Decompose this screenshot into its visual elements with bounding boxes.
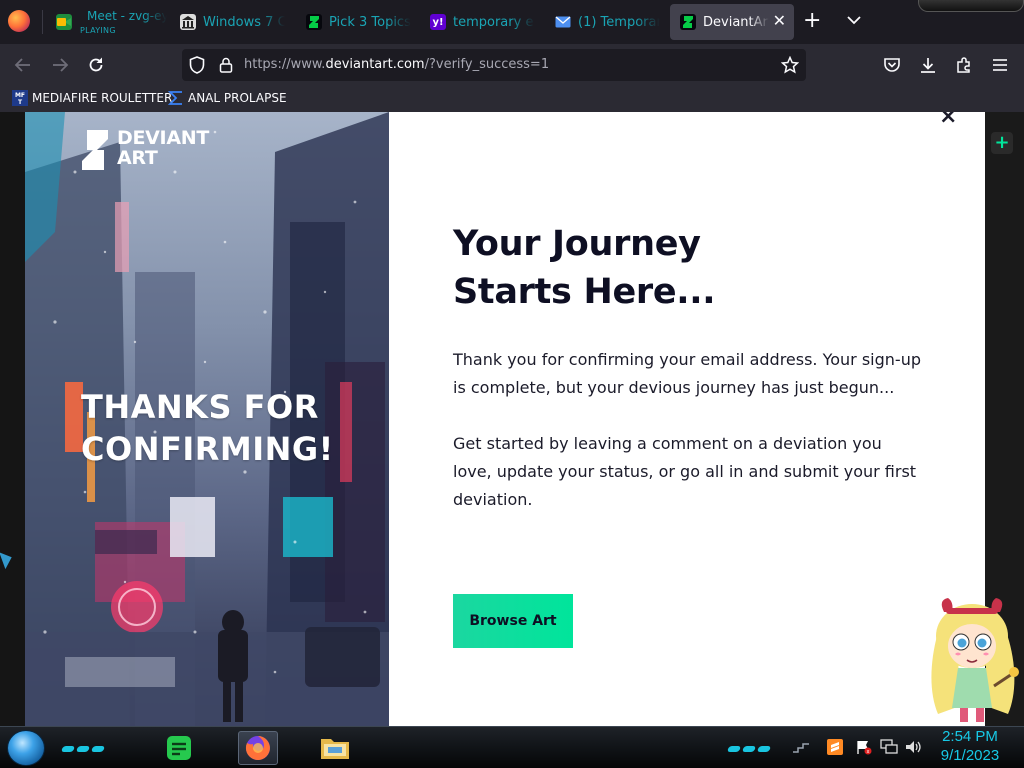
list-all-tabs-chevron-icon[interactable] <box>845 12 863 28</box>
url-scheme: https://www. <box>244 57 326 72</box>
tab-temporary-mail[interactable]: (1) Temporary <box>545 4 667 40</box>
web-page-viewport: DEVIANT ART THANKS FOR CONFIRMING! Your … <box>0 112 1024 726</box>
modal-hero-image: DEVIANT ART THANKS FOR CONFIRMING! <box>25 112 389 726</box>
close-tab-icon[interactable]: ✕ <box>773 13 786 29</box>
deviantart-favicon-icon <box>306 14 322 30</box>
taskbar-sticky-notes[interactable] <box>162 731 196 765</box>
url-path: /?verify_success=1 <box>424 57 550 72</box>
extensions-puzzle-icon[interactable] <box>953 54 975 76</box>
get-started-paragraph: Get started by leaving a comment on a de… <box>453 434 917 509</box>
taskbar-decoration <box>60 737 107 752</box>
tab-title: temporary ema <box>453 14 535 30</box>
page-add-button[interactable]: + <box>991 132 1013 154</box>
tab-temporary-email[interactable]: y! temporary ema <box>420 4 542 40</box>
tray-sublime-icon[interactable] <box>826 739 844 755</box>
address-bar[interactable]: https://www.deviantart.com/?verify_succe… <box>182 49 806 81</box>
window-frame-decoration <box>918 0 1024 12</box>
deviantart-logo-icon <box>82 130 108 170</box>
forward-arrow-icon[interactable] <box>49 54 71 76</box>
tray-volume-icon[interactable] <box>904 739 922 755</box>
tab-windows7[interactable]: Windows 7 Cu <box>170 4 292 40</box>
bookmark-star-icon[interactable] <box>779 54 801 76</box>
modal-close-icon[interactable]: × <box>939 112 957 129</box>
tab-playing-label: PLAYING <box>80 26 116 35</box>
tray-action-center-flag-icon[interactable]: x <box>855 739 873 755</box>
mail-icon <box>555 14 571 30</box>
new-tab-button[interactable]: + <box>803 10 821 32</box>
museum-icon <box>180 14 196 30</box>
firefox-icon <box>245 736 270 760</box>
mft-icon: MFT <box>12 90 28 106</box>
yahoo-icon: y! <box>430 14 446 30</box>
taskbar-firefox[interactable] <box>238 731 278 765</box>
hero-line-2: CONFIRMING! <box>81 430 334 468</box>
windows-taskbar: x 2:54 PM 9/1/2023 <box>0 726 1024 768</box>
tab-deviantart-active[interactable]: DeviantArt - ✕ <box>670 4 794 40</box>
start-button[interactable] <box>7 730 45 766</box>
logo-line-2: ART <box>117 147 158 169</box>
bookmark-label: ANAL PROLAPSE <box>188 91 287 105</box>
headline-line-2: Starts Here... <box>453 272 716 312</box>
sigma-icon <box>168 91 182 105</box>
taskbar-clock[interactable]: 2:54 PM 9/1/2023 <box>930 727 1010 765</box>
confirmation-paragraph: Thank you for confirming your email addr… <box>453 350 921 397</box>
taskbar-decoration <box>726 737 773 752</box>
bookmark-mediafire-rouletter[interactable]: MF T MEDIAFIRE ROULETTER <box>12 90 172 106</box>
journey-headline: Your Journey Starts Here... <box>453 220 873 316</box>
screen: Meet - zvg-eyt PLAYING Windows 7 Cu Pick… <box>0 0 1024 768</box>
tray-stairs-icon[interactable] <box>792 739 810 755</box>
deviantart-logo-text: DEVIANT ART <box>117 128 209 168</box>
pocket-icon[interactable] <box>881 54 903 76</box>
tray-network-icon[interactable] <box>880 739 898 755</box>
tab-title: DeviantArt - <box>703 14 769 30</box>
firefox-view-icon[interactable] <box>8 10 30 32</box>
logo-line-1: DEVIANT <box>117 127 209 149</box>
modal-content-panel: Your Journey Starts Here... Thank you fo… <box>389 112 985 726</box>
clock-time: 2:54 PM <box>942 728 998 745</box>
hero-line-1: THANKS FOR <box>81 388 319 426</box>
tab-separator <box>42 10 43 34</box>
tab-pick3[interactable]: Pick 3 Topics Y <box>296 4 418 40</box>
url-domain: deviantart.com <box>325 57 425 72</box>
bookmark-label: MEDIAFIRE ROULETTER <box>32 91 173 105</box>
tab-title: (1) Temporary <box>578 14 660 30</box>
svg-text:x: x <box>867 749 870 755</box>
tab-title: Meet - zvg-eyt <box>87 9 167 23</box>
navigation-toolbar: https://www.deviantart.com/?verify_succe… <box>0 44 1024 86</box>
cartoon-character-mascot <box>931 598 1019 722</box>
back-arrow-icon[interactable] <box>12 54 34 76</box>
folder-icon <box>321 739 349 759</box>
shield-icon[interactable] <box>186 54 208 76</box>
lock-icon[interactable] <box>215 54 237 76</box>
deviantart-favicon-icon <box>680 14 696 30</box>
browse-art-button[interactable]: Browse Art <box>453 594 573 648</box>
headline-line-1: Your Journey <box>453 224 701 264</box>
tab-title: Windows 7 Cu <box>203 14 285 30</box>
bookmarks-toolbar: MF T MEDIAFIRE ROULETTER ANAL PROLAPSE <box>0 86 1024 112</box>
notes-app-icon <box>167 736 191 760</box>
page-background <box>0 112 25 726</box>
thanks-for-confirming-heading: THANKS FOR CONFIRMING! <box>81 386 334 470</box>
tab-strip: Meet - zvg-eyt PLAYING Windows 7 Cu Pick… <box>0 0 1024 44</box>
tab-meet[interactable]: Meet - zvg-eyt PLAYING <box>46 4 167 40</box>
clock-date: 9/1/2023 <box>940 747 1000 764</box>
tab-title: Pick 3 Topics Y <box>329 14 411 30</box>
hamburger-menu-icon[interactable] <box>989 54 1011 76</box>
svg-text:MF: MF <box>15 92 25 99</box>
taskbar-file-explorer[interactable] <box>318 731 352 765</box>
url-text[interactable]: https://www.deviantart.com/?verify_succe… <box>244 57 549 72</box>
downloads-icon[interactable] <box>917 54 939 76</box>
reload-icon[interactable] <box>85 54 107 76</box>
bookmark-anal-prolapse[interactable]: ANAL PROLAPSE <box>168 90 287 106</box>
meet-video-icon <box>56 14 72 30</box>
